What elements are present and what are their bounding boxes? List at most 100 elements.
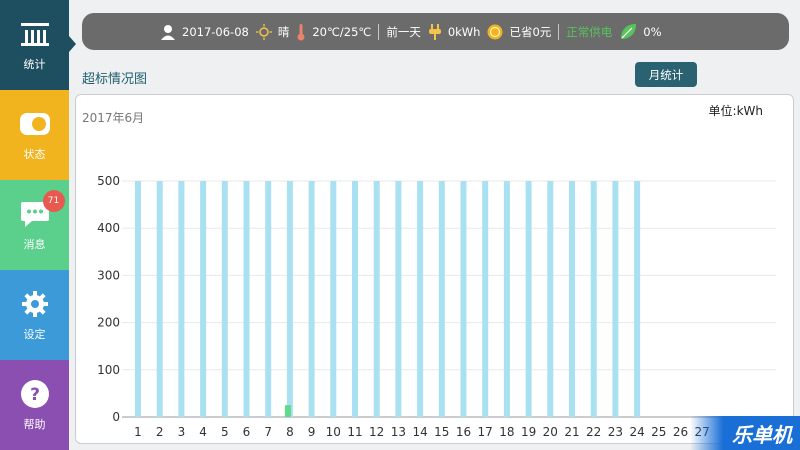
eco-percent-text: 0% (643, 24, 662, 39)
chart-bar-15[interactable] (438, 181, 445, 417)
chart-bar-20[interactable] (547, 181, 554, 417)
x-tick-label: 7 (264, 425, 272, 439)
sidebar-item-stats[interactable]: 统计 (0, 0, 76, 90)
chart-bar-13[interactable] (395, 181, 402, 417)
supply-status-text: 正常供电 (566, 24, 613, 39)
chart-bar-21[interactable] (569, 181, 575, 417)
chart-bar-23[interactable] (612, 181, 619, 417)
x-tick-label: 25 (651, 425, 666, 439)
eco-group: 0% (619, 23, 662, 41)
sidebar-item-settings[interactable]: 设定 (0, 270, 69, 360)
x-tick-label: 24 (629, 425, 644, 439)
chart-bar-9[interactable] (308, 181, 315, 417)
x-tick-label: 18 (499, 425, 514, 439)
status-date: 2017-06-08 (182, 24, 249, 39)
chart-bar-8-exceed[interactable] (284, 405, 291, 417)
sidebar-item-messages[interactable]: 71 消息 (0, 180, 69, 270)
sidebar-item-help[interactable]: ? 帮助 (0, 360, 69, 450)
chart-bar-16[interactable] (460, 181, 467, 417)
temperature-group: 20℃/25℃ (296, 23, 371, 41)
x-tick-label: 9 (308, 425, 316, 439)
chart-bar-22[interactable] (590, 181, 597, 417)
x-tick-label: 14 (412, 425, 427, 439)
bar-chart-icon (19, 18, 51, 50)
x-tick-label: 21 (564, 425, 579, 439)
y-tick-label: 200 (97, 316, 120, 330)
svg-text:?: ? (30, 385, 40, 405)
chart-panel: 2017年6月 单位:kWh 500 400 300 200 100 0 1 2 3 4 5 6 7 8 9… (75, 94, 794, 444)
bar-chart: 50040030020010001 2 3 4 5 6 7 8 9 10 11 12 13 14 15 16 1… (97, 174, 776, 439)
chart-bar-19[interactable] (525, 181, 532, 417)
help-icon: ? (19, 378, 51, 410)
thermometer-icon (296, 23, 306, 41)
status-bar: 2017-06-08 晴 20℃/25℃ 前一天 0kWh 已省0元 正常供电 … (82, 13, 789, 50)
x-tick-label: 19 (521, 425, 536, 439)
sidebar-item-label: 设定 (23, 328, 46, 341)
x-tick-label: 8 (286, 425, 294, 439)
x-tick-label: 23 (608, 425, 623, 439)
leaf-icon (619, 23, 637, 41)
x-tick-label: 6 (243, 425, 251, 439)
user-avatar-group: 2017-06-08 (160, 24, 249, 40)
energy-text: 0kWh (447, 24, 481, 39)
coin-icon (487, 24, 503, 40)
sidebar-item-label: 状态 (23, 148, 46, 161)
x-tick-label: 16 (456, 425, 471, 439)
temperature-text: 20℃/25℃ (312, 24, 372, 39)
x-tick-label: 22 (586, 425, 601, 439)
chart-bar-11[interactable] (352, 181, 358, 417)
y-tick-label: 500 (97, 174, 120, 188)
x-tick-label: 10 (326, 425, 341, 439)
chart-bar-6[interactable] (243, 181, 250, 417)
savings-group: 已省0元 (487, 24, 551, 40)
x-tick-label: 13 (391, 425, 406, 439)
y-tick-label: 300 (97, 268, 120, 282)
chart-bar-18[interactable] (503, 181, 510, 417)
watermark-logo: 乐单机 (690, 416, 800, 450)
chart-bar-1[interactable] (135, 181, 141, 417)
x-tick-label: 3 (178, 425, 186, 439)
x-tick-label: 17 (478, 425, 493, 439)
x-tick-label: 15 (434, 425, 449, 439)
x-tick-label: 1 (134, 425, 142, 439)
x-tick-label: 26 (673, 425, 688, 439)
x-tick-label: 4 (199, 425, 207, 439)
sun-icon (255, 23, 272, 40)
chart-bar-5[interactable] (221, 181, 228, 417)
chart-bar-10[interactable] (330, 181, 337, 417)
weather-text: 晴 (277, 24, 290, 39)
chart-bar-7[interactable] (265, 181, 272, 417)
sidebar-item-label: 消息 (23, 238, 46, 251)
chart-bar-8[interactable] (286, 181, 293, 417)
gear-icon (19, 288, 51, 320)
savings-text: 已省0元 (509, 24, 552, 39)
divider (558, 23, 560, 40)
chart-bar-2[interactable] (156, 181, 163, 417)
chart-section-title: 超标情况图 (82, 72, 148, 87)
x-tick-label: 5 (221, 425, 229, 439)
chart-bar-4[interactable] (200, 181, 207, 417)
chart-bar-12[interactable] (373, 181, 380, 417)
weather-group: 晴 (255, 23, 290, 40)
x-tick-label: 20 (543, 425, 558, 439)
user-icon (160, 24, 176, 40)
y-tick-label: 400 (97, 221, 120, 235)
chart-bar-3[interactable] (178, 181, 185, 417)
toggle-icon (19, 108, 51, 140)
period-text: 前一天 (386, 24, 421, 39)
monthly-stats-button[interactable]: 月统计 (635, 62, 697, 87)
sidebar-item-label: 帮助 (23, 418, 46, 431)
y-tick-label: 0 (112, 410, 120, 424)
x-tick-label: 2 (156, 425, 164, 439)
sidebar-item-status[interactable]: 状态 (0, 90, 69, 180)
energy-group: 0kWh (428, 23, 481, 40)
plug-icon (428, 23, 442, 40)
chart-bar-17[interactable] (482, 181, 489, 417)
y-tick-label: 100 (97, 363, 120, 377)
sidebar-item-label: 统计 (23, 58, 46, 71)
x-tick-label: 12 (369, 425, 384, 439)
chart-bar-24[interactable] (634, 181, 641, 417)
sidebar: 统计 状态 71 消息 设定 ? 帮助 (0, 0, 76, 450)
chart-bar-14[interactable] (417, 181, 424, 417)
x-tick-label: 11 (347, 425, 362, 439)
